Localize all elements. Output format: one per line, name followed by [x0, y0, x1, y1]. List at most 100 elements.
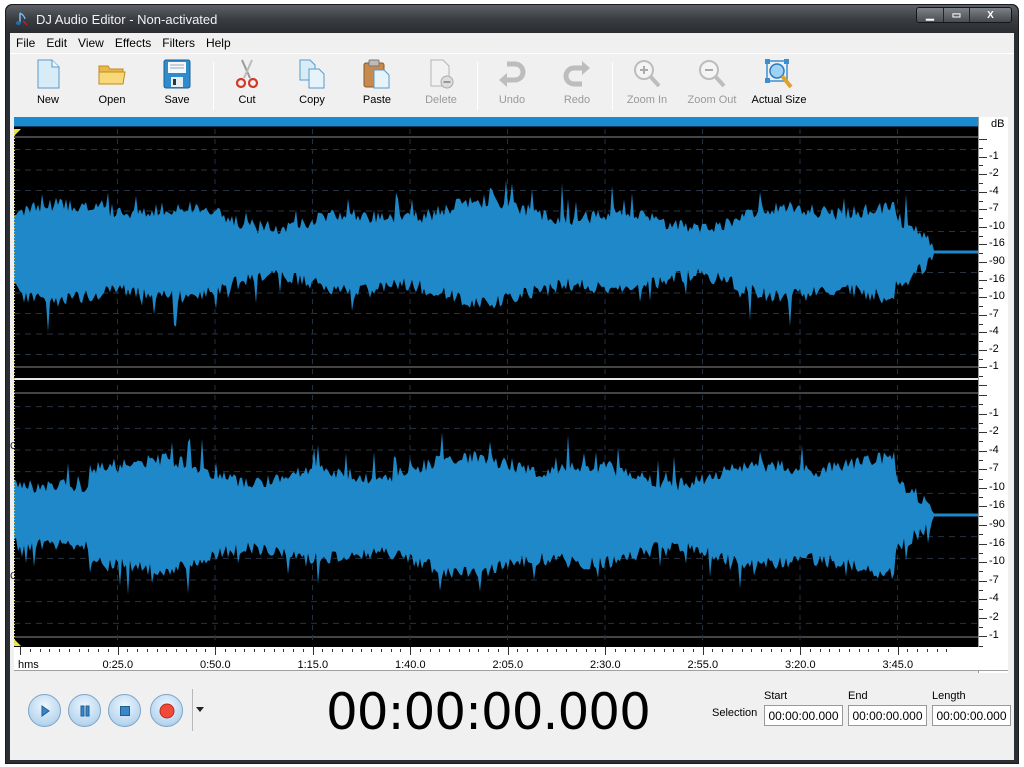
db-tick [979, 617, 987, 619]
toolbar: New Open Save Cut Copy Paste Delete Undo… [10, 53, 1014, 115]
title-bar[interactable]: DJ Audio Editor - Non-activated ▁ ▭ X [6, 5, 1018, 33]
db-label: -10 [989, 290, 1005, 303]
db-scale: dB -1 -2 -4 -7 -10 -16 -90 -16 -10 -7 -4 -2 -1 -1 -2 -4… [978, 117, 1008, 685]
db-label: -7 [989, 573, 999, 586]
length-label: Length [932, 690, 966, 702]
open-button[interactable]: Open [82, 58, 142, 112]
stop-button[interactable] [108, 694, 141, 727]
close-button[interactable]: X [969, 8, 1011, 22]
time-tick [878, 649, 879, 652]
new-label: New [36, 94, 59, 106]
delete-button[interactable]: Delete [411, 58, 471, 112]
time-tick [839, 649, 840, 652]
zoom-in-button[interactable]: Zoom In [617, 58, 677, 112]
db-tick [979, 590, 983, 591]
end-marker [14, 639, 21, 646]
waveform-canvas[interactable] [14, 117, 978, 647]
db-label: -10 [989, 219, 1005, 232]
time-tick [770, 649, 772, 652]
db-tick [979, 627, 983, 629]
time-tick [78, 649, 80, 652]
redo-icon [563, 61, 590, 87]
db-tick [979, 497, 983, 499]
menu-bar: File Edit View Effects Filters Help [10, 33, 1014, 53]
time-display: 00:00:00.000 [326, 683, 651, 741]
selection-start-field[interactable]: 00:00:00.000 [764, 705, 843, 726]
undo-label: Undo [498, 94, 526, 106]
db-tick [979, 469, 987, 471]
play-button[interactable] [28, 694, 61, 727]
db-label: -16 [989, 499, 1005, 512]
time-tick [673, 649, 675, 652]
zoom-out-button[interactable]: Zoom Out [682, 58, 742, 112]
db-label: -2 [989, 610, 999, 623]
actual-size-icon [765, 59, 793, 89]
db-tick [979, 580, 987, 582]
menu-file[interactable]: File [16, 36, 35, 50]
time-tick [653, 649, 655, 652]
selection-end-field[interactable]: 00:00:00.000 [848, 705, 927, 726]
db-label: -4 [989, 325, 999, 338]
time-ruler[interactable]: hms 0:25.0 0:50.0 1:15.0 1:40.0 2:05.0 2:30.0… [14, 647, 1008, 671]
time-tick [683, 649, 684, 652]
db-tick [979, 404, 983, 406]
time-tick [98, 649, 99, 652]
time-tick [829, 649, 831, 652]
db-tick [979, 253, 983, 255]
db-tick [979, 165, 983, 167]
client-area: File Edit View Effects Filters Help New … [10, 33, 1014, 760]
redo-button[interactable]: Redo [547, 58, 607, 112]
app-window: DJ Audio Editor - Non-activated ▁ ▭ X Fi… [5, 4, 1019, 764]
time-label: 1:15.0 [297, 659, 329, 671]
time-tick [322, 649, 324, 652]
copy-icon [299, 59, 325, 89]
start-label: Start [764, 690, 788, 702]
undo-icon [499, 61, 526, 87]
record-options-dropdown-icon[interactable] [196, 707, 204, 712]
pause-button[interactable] [68, 694, 101, 727]
record-icon [159, 703, 174, 718]
time-tick [566, 649, 567, 652]
db-tick [979, 422, 983, 424]
db-label: -4 [989, 443, 999, 456]
undo-button[interactable]: Undo [482, 58, 542, 112]
menu-edit[interactable]: Edit [46, 36, 67, 50]
time-tick [380, 649, 382, 652]
new-button[interactable]: New [18, 58, 78, 112]
time-tick [575, 649, 577, 652]
time-tick [741, 649, 743, 652]
minimize-button[interactable]: ▁ [917, 8, 943, 22]
delete-label: Delete [425, 94, 457, 106]
db-tick [979, 218, 983, 220]
record-button[interactable] [150, 694, 183, 727]
menu-effects[interactable]: Effects [115, 36, 151, 50]
menu-filters[interactable]: Filters [162, 36, 195, 50]
time-tick [254, 649, 255, 652]
time-tick [488, 649, 489, 652]
db-label: -4 [989, 184, 999, 197]
db-tick [979, 525, 987, 526]
paste-button[interactable]: Paste [347, 58, 407, 112]
folder-icon [98, 65, 126, 85]
time-tick [614, 649, 616, 652]
save-button[interactable]: Save [147, 58, 207, 112]
selection-length-field[interactable]: 00:00:00.000 [932, 705, 1011, 726]
cut-button[interactable]: Cut [217, 58, 277, 112]
time-tick [107, 649, 109, 652]
time-label: 1:40.0 [395, 659, 426, 671]
menu-help[interactable]: Help [206, 36, 231, 50]
maximize-button[interactable]: ▭ [943, 8, 969, 22]
waveform-view[interactable] [14, 117, 978, 647]
menu-view[interactable]: View [78, 36, 104, 50]
actual-size-button[interactable]: Actual Size [747, 58, 811, 112]
selection-label: Selection [712, 707, 758, 719]
db-label: -16 [989, 272, 1005, 285]
db-tick [979, 262, 987, 263]
db-tick [979, 139, 987, 140]
time-tick [137, 649, 138, 652]
time-tick [536, 649, 538, 652]
time-tick [449, 649, 450, 652]
copy-button[interactable]: Copy [282, 58, 342, 112]
time-tick [176, 649, 177, 652]
db-tick [979, 608, 983, 610]
